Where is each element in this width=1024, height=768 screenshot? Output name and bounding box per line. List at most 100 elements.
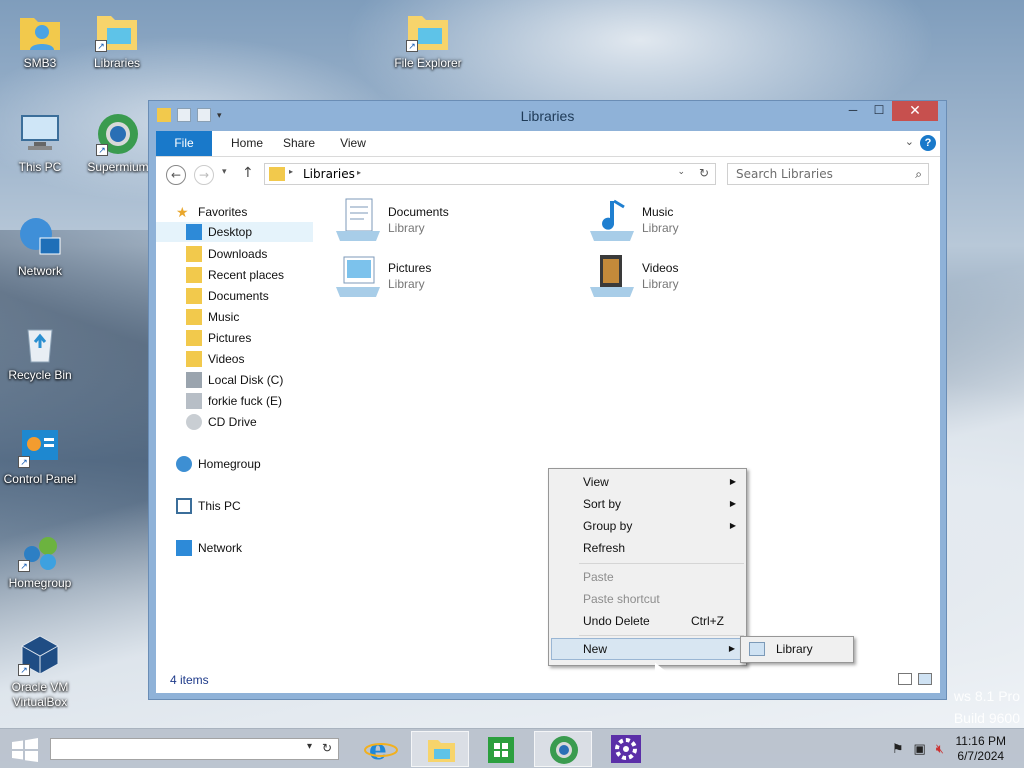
library-name: Music <box>642 205 674 219</box>
library-name: Pictures <box>388 261 432 275</box>
submenu-arrow-icon: ▶ <box>729 521 736 530</box>
taskbar-file-explorer[interactable] <box>411 731 469 767</box>
desktop-icon-virtualbox[interactable]: ↗ Oracle VM VirtualBox <box>0 632 80 710</box>
maximize-button[interactable]: ☐ <box>866 101 892 121</box>
file-explorer-icon: ↗ <box>406 8 450 52</box>
nav-item-cd-drive[interactable]: CD Drive <box>186 412 257 432</box>
drive-icon <box>186 393 202 409</box>
desktop-icon-file-explorer[interactable]: ↗ File Explorer <box>388 8 468 71</box>
breadcrumb-separator-icon[interactable]: ▸ <box>357 168 361 177</box>
menu-item-paste[interactable]: Paste <box>551 566 744 588</box>
back-button[interactable]: ← <box>166 165 186 185</box>
title-bar[interactable]: ▾ Libraries ─ ☐ ✕ <box>149 101 946 131</box>
start-button[interactable] <box>10 738 40 762</box>
volume-muted-icon[interactable]: 🔇︎ <box>936 741 944 757</box>
taskbar-address-box[interactable]: ▾ ↻ <box>50 738 339 760</box>
taskbar-internet-explorer[interactable]: e <box>352 731 410 767</box>
library-videos[interactable]: Videos Library <box>588 253 828 305</box>
nav-item-recent-places[interactable]: Recent places <box>186 265 284 285</box>
desktop-icon-recycle-bin[interactable]: Recycle Bin <box>0 320 80 383</box>
nav-label: This PC <box>198 499 241 513</box>
large-icons-view-icon[interactable] <box>918 673 932 685</box>
menu-item-new[interactable]: New ▶ <box>551 638 744 660</box>
tab-view[interactable]: View <box>332 131 374 156</box>
help-icon[interactable]: ? <box>920 135 936 151</box>
tab-home[interactable]: Home <box>222 131 272 156</box>
menu-item-sort-by[interactable]: Sort by ▶ <box>551 493 744 515</box>
menu-item-undo-delete[interactable]: Undo Delete Ctrl+Z <box>551 610 744 632</box>
shortcut-arrow-icon: ↗ <box>18 560 30 572</box>
documents-library-icon <box>334 197 382 245</box>
nav-label: Local Disk (C) <box>208 373 284 387</box>
desktop-icon-smb3[interactable]: SMB3 <box>0 8 80 71</box>
dropdown-icon[interactable]: ▾ <box>307 741 312 752</box>
refresh-icon[interactable]: ↻ <box>322 741 332 755</box>
menu-label: Group by <box>583 519 633 533</box>
shortcut-arrow-icon: ↗ <box>96 144 108 156</box>
nav-network[interactable]: Network <box>176 538 242 558</box>
nav-item-drive-e[interactable]: forkie fuck (E) <box>186 391 282 411</box>
clock-date: 6/7/2024 <box>957 749 1005 763</box>
system-clock[interactable]: 11:16 PM 6/7/2024 <box>956 734 1006 764</box>
nav-item-pictures[interactable]: Pictures <box>186 328 251 348</box>
tab-share[interactable]: Share <box>276 131 322 156</box>
minimize-button[interactable]: ─ <box>840 101 866 121</box>
desktop-icon-this-pc[interactable]: This PC <box>0 112 80 175</box>
close-button[interactable]: ✕ <box>892 101 938 121</box>
nav-homegroup[interactable]: Homegroup <box>176 454 261 474</box>
taskbar-store[interactable] <box>472 731 530 767</box>
desktop-icon-homegroup[interactable]: ↗ Homegroup <box>0 528 80 591</box>
taskbar-settings[interactable] <box>598 731 656 767</box>
desktop-icon-control-panel[interactable]: ↗ Control Panel <box>0 424 80 487</box>
virtualbox-cube-icon: ↗ <box>18 632 62 676</box>
search-input[interactable]: Search Libraries ⌕ <box>727 163 929 185</box>
library-music[interactable]: Music Library <box>588 197 828 249</box>
forward-button[interactable]: → <box>194 165 214 185</box>
desktop-icon-label: Homegroup <box>8 576 72 590</box>
refresh-icon[interactable]: ↻ <box>699 166 709 180</box>
library-type: Library <box>388 277 425 291</box>
libraries-small-icon <box>269 167 285 181</box>
menu-item-refresh[interactable]: Refresh <box>551 537 744 559</box>
up-arrow-icon[interactable]: ↑ <box>242 165 254 181</box>
desktop-icon-libraries[interactable]: ↗ Libraries <box>77 8 157 71</box>
address-dropdown-icon[interactable]: ⌄ <box>677 167 685 177</box>
nav-item-music[interactable]: Music <box>186 307 239 327</box>
taskbar-supermium[interactable] <box>534 731 592 767</box>
menu-item-group-by[interactable]: Group by ▶ <box>551 515 744 537</box>
menu-item-library[interactable]: Library <box>743 639 851 660</box>
nav-this-pc[interactable]: This PC <box>176 496 241 516</box>
homegroup-icon: ↗ <box>18 528 62 572</box>
window-title: Libraries <box>520 108 575 124</box>
address-bar[interactable]: ▸ Libraries ▸ ⌄ ↻ <box>264 163 716 185</box>
hard-drive-icon <box>186 372 202 388</box>
tab-file[interactable]: File <box>156 131 212 156</box>
action-center-flag-icon[interactable]: ⚑ <box>892 741 904 757</box>
library-name: Documents <box>388 205 449 219</box>
desktop-icon-supermium[interactable]: ↗ Supermium <box>78 112 158 175</box>
library-pictures[interactable]: Pictures Library <box>334 253 574 305</box>
breadcrumb-libraries[interactable]: Libraries <box>303 167 355 181</box>
menu-item-paste-shortcut[interactable]: Paste shortcut <box>551 588 744 610</box>
nav-favorites[interactable]: ★ Favorites <box>176 202 247 222</box>
nav-item-documents[interactable]: Documents <box>186 286 269 306</box>
library-documents[interactable]: Documents Library <box>334 197 574 249</box>
library-type: Library <box>642 221 679 235</box>
nav-item-videos[interactable]: Videos <box>186 349 244 369</box>
desktop-icon-label: Control Panel <box>3 472 77 486</box>
library-type: Library <box>388 221 425 235</box>
recent-locations-icon[interactable]: ▾ <box>222 167 227 177</box>
recent-places-icon <box>186 267 202 283</box>
nav-item-local-disk[interactable]: Local Disk (C) <box>186 370 283 390</box>
details-view-icon[interactable] <box>898 673 912 685</box>
desktop-icon-label: Recycle Bin <box>8 368 72 382</box>
library-name: Videos <box>642 261 679 275</box>
menu-item-view[interactable]: View ▶ <box>551 471 744 493</box>
network-status-icon[interactable]: ▣ <box>914 741 926 757</box>
expand-ribbon-icon[interactable]: ⌄ <box>905 135 914 148</box>
store-icon <box>488 737 514 763</box>
search-icon[interactable]: ⌕ <box>915 164 922 184</box>
nav-item-downloads[interactable]: Downloads <box>186 244 267 264</box>
nav-item-desktop[interactable]: Desktop <box>156 222 313 242</box>
desktop-icon-network[interactable]: Network <box>0 216 80 279</box>
